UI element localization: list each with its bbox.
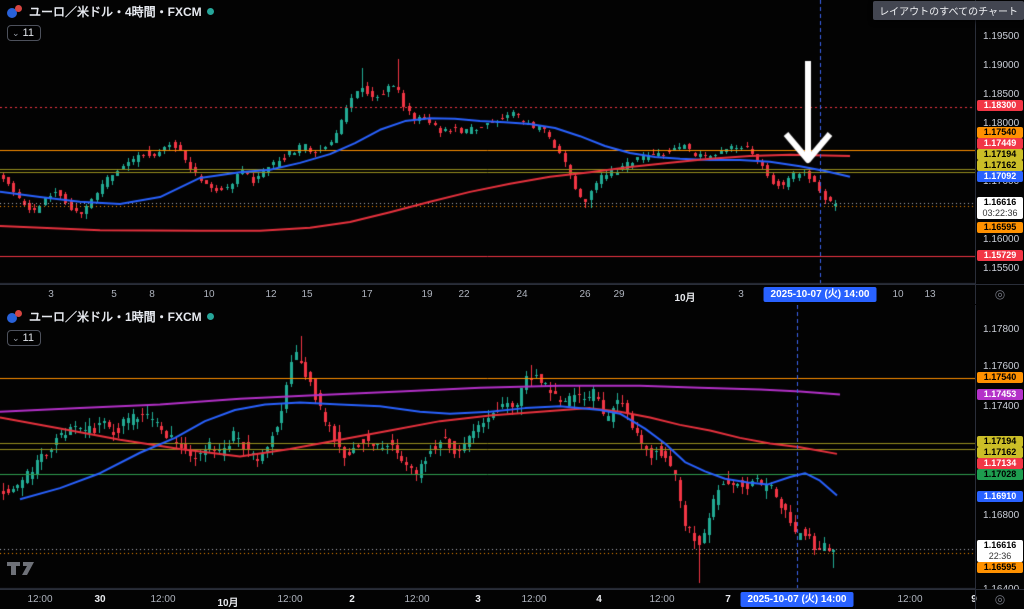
- price-level-badge: 1.17194: [977, 149, 1023, 160]
- price-level-badge: 1.17028: [977, 469, 1023, 480]
- candle-count-button-4h[interactable]: ⌄ 11: [7, 25, 41, 41]
- time-tick: 24: [516, 289, 527, 300]
- market-open-dot-icon: [207, 313, 214, 320]
- time-tick: 30: [94, 594, 105, 605]
- price-tick: 1.16800: [983, 510, 1019, 521]
- price-level-badge: 1.17194: [977, 436, 1023, 447]
- price-level-badge: 1.17162: [977, 447, 1023, 458]
- time-tick: 3: [475, 594, 481, 605]
- time-tick: 15: [301, 289, 312, 300]
- time-tick: 8: [149, 289, 155, 300]
- price-tick: 1.19500: [983, 31, 1019, 42]
- chart-panel-4h: ユーロ／米ドル・4時間・FXCM ⌄ 11 1.16616 03:22:36 1…: [0, 0, 1024, 304]
- bar-countdown: 03:22:36: [977, 208, 1023, 218]
- price-axis-1h[interactable]: 1.16616 22:36 1.17800 1.17600 1.17400 1.168…: [975, 305, 1024, 589]
- candle-count-label: 11: [23, 27, 34, 39]
- crosshair-date-badge-4h: 2025-10-07 (火) 14:00: [764, 287, 877, 302]
- price-tick: 1.17400: [983, 401, 1019, 412]
- price-level-badge: 1.16595: [977, 562, 1023, 573]
- price-level-badge: 1.15729: [977, 250, 1023, 261]
- price-tick: 1.19000: [983, 60, 1019, 71]
- layout-all-charts-tooltip: レイアウトのすべてのチャート: [873, 1, 1024, 20]
- candle-count-label: 11: [23, 332, 34, 344]
- chart-legend-1h: ユーロ／米ドル・1時間・FXCM ⌄ 11: [7, 308, 214, 346]
- time-tick: 3: [48, 289, 54, 300]
- price-level-badge: 1.17162: [977, 160, 1023, 171]
- price-level-badge: 1.17449: [977, 138, 1023, 149]
- time-tick: 12: [265, 289, 276, 300]
- price-tick: 1.17800: [983, 324, 1019, 335]
- time-tick: 10月: [217, 594, 238, 609]
- axis-corner-4h: ◎: [975, 284, 1024, 304]
- axis-corner-1h: ◎: [975, 589, 1024, 609]
- current-price-badge-4h: 1.16616 03:22:36: [977, 197, 1023, 219]
- time-tick: 12:00: [277, 594, 302, 605]
- time-tick: 12:00: [897, 594, 922, 605]
- price-level-badge: 1.17540: [977, 372, 1023, 383]
- price-tick: 1.15500: [983, 263, 1019, 274]
- time-tick: 10: [892, 289, 903, 300]
- time-tick: 12:00: [27, 594, 52, 605]
- price-level-badge: 1.17540: [977, 127, 1023, 138]
- time-tick: 19: [421, 289, 432, 300]
- bar-countdown: 22:36: [977, 551, 1023, 561]
- time-tick: 13: [924, 289, 935, 300]
- time-axis-1h[interactable]: 2025-10-07 (火) 14:00 12:00 30 12:00 10月 12:0…: [0, 589, 1024, 609]
- chevron-down-icon: ⌄: [12, 333, 20, 343]
- price-tick: 1.16000: [983, 234, 1019, 245]
- chart-title-4h[interactable]: ユーロ／米ドル・4時間・FXCM: [29, 3, 202, 20]
- time-tick: 22: [458, 289, 469, 300]
- price-level-badge: 1.17453: [977, 389, 1023, 400]
- tradingview-logo-icon: [6, 560, 36, 577]
- chart-legend-4h: ユーロ／米ドル・4時間・FXCM ⌄ 11: [7, 3, 214, 41]
- candle-count-button-1h[interactable]: ⌄ 11: [7, 330, 41, 346]
- price-level-badge: 1.18300: [977, 100, 1023, 111]
- time-tick: 29: [613, 289, 624, 300]
- current-price-value: 1.16616: [977, 540, 1023, 551]
- price-axis-4h[interactable]: 1.16616 03:22:36 1.195001.190001.185001.…: [975, 0, 1024, 284]
- price-level-badge: 1.17134: [977, 458, 1023, 469]
- tradingview-workspace: レイアウトのすべてのチャート ユーロ／米ドル・4時間・FXCM ⌄ 11 1.1…: [0, 0, 1024, 609]
- time-tick: 12:00: [649, 594, 674, 605]
- timezone-clock-icon[interactable]: ◎: [995, 593, 1005, 605]
- price-level-badge: 1.17092: [977, 171, 1023, 182]
- time-axis-4h[interactable]: 2025-10-07 (火) 14:00 3 5 8 10 12 15 17 19 22 24 26…: [0, 284, 1024, 304]
- price-tick: 1.18500: [983, 89, 1019, 100]
- price-level-badge: 1.16910: [977, 491, 1023, 502]
- time-tick: 17: [361, 289, 372, 300]
- time-tick: 10月: [674, 289, 695, 304]
- time-tick: 26: [579, 289, 590, 300]
- current-price-value: 1.16616: [977, 197, 1023, 208]
- candlestick-chart-4h[interactable]: [0, 0, 975, 284]
- current-price-badge-1h: 1.16616 22:36: [977, 540, 1023, 562]
- tradingview-logo[interactable]: [6, 560, 36, 582]
- time-tick: 3: [738, 289, 744, 300]
- time-tick: 5: [111, 289, 117, 300]
- time-tick: 4: [596, 594, 602, 605]
- time-tick: 12:00: [404, 594, 429, 605]
- candlestick-chart-1h[interactable]: [0, 305, 975, 589]
- chevron-down-icon: ⌄: [12, 28, 20, 38]
- time-tick: 10: [203, 289, 214, 300]
- time-tick: 2: [349, 594, 355, 605]
- time-tick: 12:00: [521, 594, 546, 605]
- timezone-clock-icon[interactable]: ◎: [995, 288, 1005, 300]
- time-tick: 7: [725, 594, 731, 605]
- symbol-pair-icon: [7, 310, 24, 323]
- time-tick: 12:00: [150, 594, 175, 605]
- crosshair-date-badge-1h: 2025-10-07 (火) 14:00: [741, 592, 854, 607]
- price-tick: 1.17600: [983, 361, 1019, 372]
- market-open-dot-icon: [207, 8, 214, 15]
- symbol-pair-icon: [7, 5, 24, 18]
- chart-title-1h[interactable]: ユーロ／米ドル・1時間・FXCM: [29, 308, 202, 325]
- price-level-badge: 1.16595: [977, 222, 1023, 233]
- chart-panel-1h: ユーロ／米ドル・1時間・FXCM ⌄ 11 1.16616 22:36 1.17…: [0, 305, 1024, 609]
